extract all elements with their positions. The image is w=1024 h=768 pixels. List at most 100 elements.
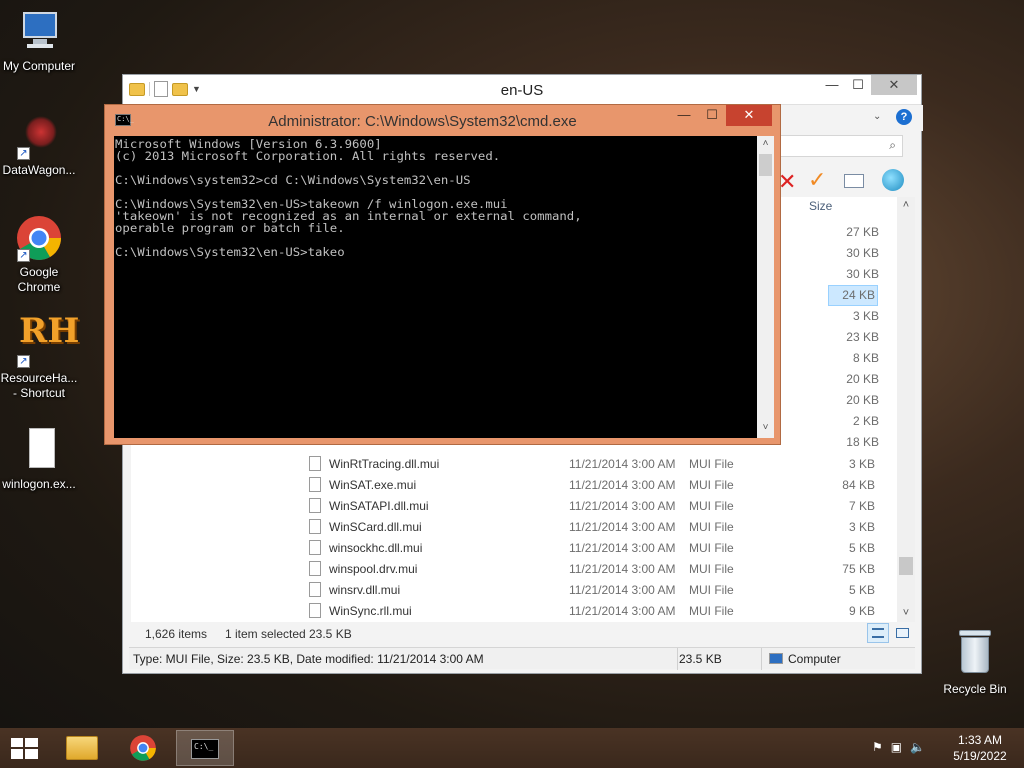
selection-size: 23.5 KB [309,627,352,641]
file-size: 5 KB [848,541,875,555]
file-name: WinSCard.dll.mui [329,520,422,534]
cmd-titlebar[interactable]: C:\_ Administrator: C:\Windows\System32\… [105,105,780,135]
size-cell: 20 KB [846,393,879,407]
desktop-icon-label: Google Chrome [17,265,61,294]
file-type: MUI File [689,583,734,597]
taskbar-chrome[interactable] [114,730,172,766]
desktop-icon-label: DataWagon... [2,163,76,177]
cmd-icon: C:\_ [191,739,219,759]
cmd-maximize-button[interactable]: ☐ [698,105,726,126]
size-cell: 30 KB [846,246,879,260]
clock[interactable]: 1:33 AM 5/19/2022 [944,732,1016,764]
chrome-icon: ↗ [15,214,63,262]
file-date: 11/21/2014 3:00 AM [569,562,676,576]
document-icon [309,582,321,597]
details-bar: Type: MUI File, Size: 23.5 KB, Date modi… [129,647,915,670]
file-size: 75 KB [842,562,875,576]
explorer-title: en-US [500,82,544,99]
clock-time: 1:33 AM [957,733,1003,747]
file-type: MUI File [689,520,734,534]
scroll-down-icon[interactable]: ˅ [900,607,912,619]
ribbon-tabs: ⌄ ? [778,105,923,131]
taskbar-cmd[interactable]: C:\_ [176,730,234,766]
document-icon [309,456,321,471]
ribbon-icons: ✕ ✓ [778,167,923,197]
help-icon[interactable]: ? [896,109,912,125]
start-button[interactable] [0,728,50,768]
file-type: MUI File [689,541,734,555]
document-icon [309,519,321,534]
desktop-icon-recycle-bin[interactable]: Recycle Bin [940,630,1010,696]
desktop-icon-label: My Computer [2,59,76,73]
file-type: MUI File [689,604,734,618]
cmd-close-button[interactable]: ✕ [726,105,772,126]
close-button[interactable]: ✕ [871,75,917,95]
taskbar-file-explorer[interactable] [54,730,112,766]
desktop-icon-google-chrome[interactable]: ↗ Google Chrome [0,214,78,295]
scroll-up-icon[interactable]: ˄ [900,199,912,211]
scroll-down-icon[interactable]: ˅ [759,422,772,433]
computer-icon [15,8,63,56]
file-date: 11/21/2014 3:00 AM [569,541,676,555]
details-view-button[interactable] [867,623,889,643]
desktop-icon-resource-hacker[interactable]: RH ↗ ResourceHa... - Shortcut [0,314,80,401]
taskbar: C:\_ ⚑ ▣ 🔈 1:33 AM 5/19/2022 [0,728,1024,768]
desktop-icon-label: Recycle Bin [943,682,1007,696]
item-count: 1,626 items [145,627,208,641]
file-size: 5 KB [848,583,875,597]
minimize-button[interactable]: — [819,75,845,95]
file-name: WinRtTracing.dll.mui [329,457,440,471]
size-cell: 2 KB [852,414,879,428]
file-name: WinSATAPI.dll.mui [329,499,429,513]
speaker-muted-icon[interactable]: 🔈 [910,740,925,754]
shortcut-arrow-icon: ↗ [17,147,30,160]
cmd-window: C:\_ Administrator: C:\Windows\System32\… [104,104,781,445]
size-cell: 30 KB [846,267,879,281]
scroll-up-icon[interactable]: ˄ [759,138,772,149]
file-date: 11/21/2014 3:00 AM [569,604,676,618]
shortcut-arrow-icon: ↗ [17,249,30,262]
file-size: 7 KB [848,499,875,513]
file-size: 3 KB [848,457,875,471]
shortcut-arrow-icon: ↗ [17,355,30,368]
datawagon-icon: ↗ [15,112,63,160]
large-icons-view-button[interactable] [891,623,913,643]
clock-date: 5/19/2022 [953,749,1007,763]
cmd-scrollbar[interactable]: ˄ ˅ [757,136,774,438]
checkmark-icon[interactable]: ✓ [808,167,826,193]
desktop-icon-label: ResourceHa... - Shortcut [0,371,78,400]
flag-icon[interactable]: ⚑ [872,740,883,754]
desktop-icon-my-computer[interactable]: My Computer [0,8,78,74]
desktop-icon-label: winlogon.ex... [2,477,76,491]
size-cell: 8 KB [852,351,879,365]
document-icon [15,426,63,474]
document-icon [309,540,321,555]
file-list-scrollbar[interactable]: ˄ ˅ [897,197,915,622]
details-view-icon [872,628,884,638]
cmd-console[interactable]: Microsoft Windows [Version 6.3.9600] (c)… [114,136,757,438]
network-icon[interactable]: ▣ [891,740,902,754]
file-size: 9 KB [848,604,875,618]
scrollbar-thumb[interactable] [759,154,772,176]
cmd-output: Microsoft Windows [Version 6.3.9600] (c)… [115,137,582,259]
maximize-button[interactable]: ☐ [845,75,871,95]
file-name: WinSAT.exe.mui [329,478,417,492]
windows-start-icon [11,738,38,759]
column-header-size[interactable]: Size [809,199,832,213]
size-cell: 27 KB [846,225,879,239]
desktop-icon-winlogon-file[interactable]: winlogon.ex... [0,426,78,492]
recycle-bin-icon [957,630,993,674]
file-date: 11/21/2014 3:00 AM [569,583,676,597]
desktop-icon-datawagon[interactable]: ↗ DataWagon... [0,112,78,178]
cmd-minimize-button[interactable]: — [670,105,698,126]
search-icon: ⌕ [889,138,896,152]
file-date: 11/21/2014 3:00 AM [569,520,676,534]
ribbon-expand-icon[interactable]: ⌄ [873,111,881,122]
cmd-title: Administrator: C:\Windows\System32\cmd.e… [268,113,577,130]
rename-icon[interactable] [844,174,864,188]
file-type: MUI File [689,478,734,492]
search-input[interactable]: ⌕ [778,135,903,157]
size-cell-selected[interactable]: 24 KB [828,285,878,306]
scrollbar-thumb[interactable] [899,557,913,575]
globe-icon[interactable] [882,169,904,191]
